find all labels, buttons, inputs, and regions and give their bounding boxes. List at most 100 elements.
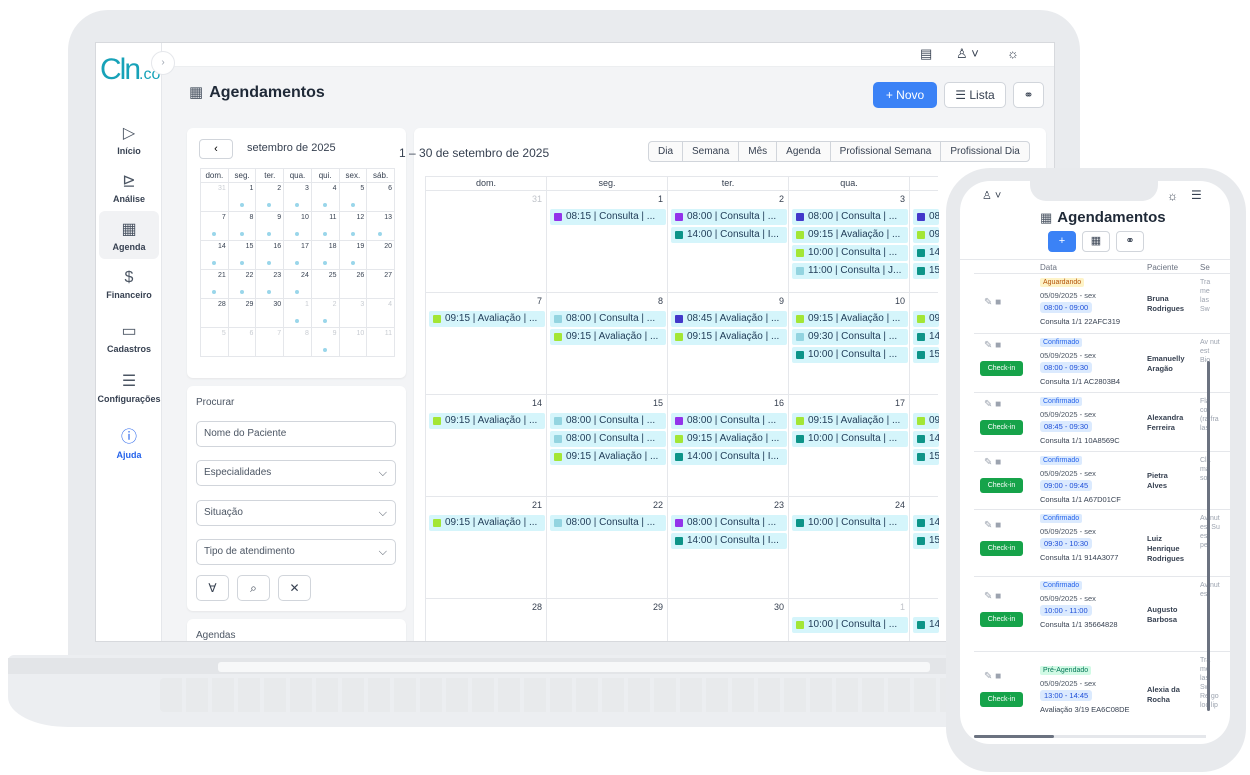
mini-day[interactable]: 4: [366, 298, 395, 328]
view-button[interactable]: Profissional Dia: [940, 141, 1030, 162]
phone-new-button[interactable]: +: [1048, 231, 1076, 252]
calendar-event[interactable]: 10:00 | Consulta | ...: [792, 431, 908, 447]
calendar-day[interactable]: 22 08:00 | Consulta | ...: [546, 497, 667, 599]
mini-day[interactable]: 12: [338, 211, 368, 241]
appointment-row[interactable]: ✎ ■ Check-in Confirmado 05/09/2025 - sex 10:…: [974, 576, 1230, 651]
mini-day[interactable]: 9: [255, 211, 285, 241]
view-button[interactable]: Dia: [648, 141, 684, 162]
link-button[interactable]: ⚭: [1013, 82, 1044, 108]
calendar-event[interactable]: 14:00 | Consulta | I...: [671, 227, 787, 243]
edit-icon[interactable]: ✎: [984, 671, 992, 682]
calendar-event[interactable]: 09:15 | Avaliação | ...: [550, 449, 666, 465]
mini-day[interactable]: 25: [310, 269, 340, 299]
vertical-scrollbar[interactable]: [1207, 361, 1210, 711]
mini-day[interactable]: 23: [255, 269, 285, 299]
mini-day[interactable]: 11: [366, 327, 395, 357]
service-type-select[interactable]: Tipo de atendimento ⌵: [196, 539, 396, 565]
sidebar-item-cadastros[interactable]: ▭ Cadastros: [96, 321, 162, 354]
mini-day[interactable]: 8: [283, 327, 312, 357]
prev-month-button[interactable]: ‹: [199, 139, 233, 159]
calendar-day[interactable]: 21 09:15 | Avaliação | ...: [425, 497, 546, 599]
mini-day[interactable]: 4: [310, 182, 340, 212]
calendar-day[interactable]: 09: 14:(15:4: [909, 293, 939, 395]
calendar-event[interactable]: 10:00 | Consulta | ...: [792, 515, 908, 531]
specialties-select[interactable]: Especialidades ⌵: [196, 460, 396, 486]
theme-toggle-icon[interactable]: ☼: [1007, 46, 1019, 61]
view-button[interactable]: Agenda: [776, 141, 831, 162]
mini-day[interactable]: 3: [283, 182, 312, 212]
checkin-button[interactable]: Check-in: [980, 478, 1023, 493]
calendar-event[interactable]: 08:00 | Consulta | ...: [671, 515, 787, 531]
calendar-event[interactable]: 08:: [913, 209, 939, 225]
calendar-event[interactable]: 09:15 | Avaliação | ...: [792, 311, 908, 327]
user-menu-icon[interactable]: ♙ ˅: [982, 189, 1001, 202]
sidebar-item-agenda[interactable]: ▦ Agenda: [99, 211, 159, 259]
mini-day[interactable]: 1: [227, 182, 257, 212]
mini-day[interactable]: 9: [310, 327, 340, 357]
checkin-button[interactable]: Check-in: [980, 361, 1023, 376]
sidebar-item-analise[interactable]: ⊵ Análise: [96, 171, 162, 204]
calendar-event[interactable]: 09:: [913, 311, 939, 327]
calendar-day[interactable]: 16 08:00 | Consulta | ... 09:15 | Avaliaçã…: [667, 395, 788, 497]
calendar-event[interactable]: 08:00 | Consulta | ...: [550, 431, 666, 447]
calendar-day[interactable]: 15 08:00 | Consulta | ... 08:00 | Consulta…: [546, 395, 667, 497]
calendar-day[interactable]: 1 08:15 | Consulta | ...: [546, 191, 667, 293]
sidebar-item-ajuda[interactable]: ⓘ Ajuda: [96, 423, 162, 460]
new-button[interactable]: + Novo: [873, 82, 937, 108]
trash-icon[interactable]: ■: [995, 520, 1001, 531]
mini-day[interactable]: 1: [283, 298, 312, 328]
calendar-event[interactable]: 08:15 | Consulta | ...: [550, 209, 666, 225]
calendar-event[interactable]: 09:15 | Avaliação | ...: [550, 329, 666, 345]
patient-name-input[interactable]: Nome do Paciente: [196, 421, 396, 447]
calendar-event[interactable]: 11:00 | Consulta | J...: [792, 263, 908, 279]
calendar-day[interactable]: 08: 09: 14:(15:4: [909, 191, 939, 293]
calendar-day[interactable]: 3 08:00 | Consulta | ... 09:15 | Avaliação…: [788, 191, 909, 293]
calendar-event[interactable]: 09:15 | Avaliação | ...: [792, 413, 908, 429]
calendar-day[interactable]: 2 08:00 | Consulta | ... 14:00 | Consulta …: [667, 191, 788, 293]
mini-day[interactable]: 27: [366, 269, 395, 299]
calendar-event[interactable]: 08:00 | Consulta | ...: [792, 209, 908, 225]
mini-day[interactable]: 19: [338, 240, 368, 270]
trash-icon[interactable]: ■: [995, 297, 1001, 308]
mini-day[interactable]: 6: [366, 182, 395, 212]
calendar-day[interactable]: 7 09:15 | Avaliação | ...: [425, 293, 546, 395]
calendar-day[interactable]: 10 09:15 | Avaliação | ... 09:30 | Consult…: [788, 293, 909, 395]
calendar-event[interactable]: 09:: [913, 413, 939, 429]
phone-calendar-button[interactable]: ▦: [1082, 231, 1110, 252]
edit-icon[interactable]: ✎: [984, 399, 992, 410]
calendar-day[interactable]: 28: [425, 599, 546, 641]
checkin-button[interactable]: Check-in: [980, 420, 1023, 435]
mini-day[interactable]: 28: [200, 298, 229, 328]
mini-day[interactable]: 30: [255, 298, 285, 328]
collapse-sidebar-button[interactable]: ›: [151, 51, 175, 75]
calendar-event[interactable]: 15:4: [913, 347, 939, 363]
search-button[interactable]: ⌕: [237, 575, 270, 601]
mini-day[interactable]: 2: [310, 298, 340, 328]
appointment-row[interactable]: ✎ ■ Check-in Confirmado 05/09/2025 - sex 09:…: [974, 509, 1230, 576]
calendar-event[interactable]: 09:15 | Avaliação | ...: [429, 515, 545, 531]
calendar-event[interactable]: 08:00 | Consulta | ...: [671, 209, 787, 225]
calendar-event[interactable]: 09:15 | Avaliação | ...: [671, 431, 787, 447]
mini-day[interactable]: 31: [200, 182, 229, 212]
calendar-day[interactable]: 14:(: [909, 599, 939, 641]
edit-icon[interactable]: ✎: [984, 457, 992, 468]
calendar-day[interactable]: 24 10:00 | Consulta | ...: [788, 497, 909, 599]
mini-day[interactable]: 21: [200, 269, 229, 299]
horizontal-scrollbar[interactable]: [974, 735, 1206, 738]
calendar-event[interactable]: 15:4: [913, 449, 939, 465]
trash-icon[interactable]: ■: [995, 399, 1001, 410]
appointment-row[interactable]: ✎ ■ Check-in Confirmado 05/09/2025 - sex 08:…: [974, 392, 1230, 451]
calendar-day[interactable]: 31: [425, 191, 546, 293]
mini-day[interactable]: 8: [227, 211, 257, 241]
sidebar-item-configuracoes[interactable]: ☰ Configurações: [96, 371, 162, 404]
menu-icon[interactable]: ☰: [1191, 188, 1202, 202]
calendar-event[interactable]: 14:(: [913, 515, 939, 531]
calendar-event[interactable]: 09:15 | Avaliação | ...: [792, 227, 908, 243]
calendar-event[interactable]: 08:45 | Avaliação | ...: [671, 311, 787, 327]
appointment-row[interactable]: ✎ ■ Check-in Confirmado 05/09/2025 - sex 08:…: [974, 333, 1230, 392]
checkin-button[interactable]: Check-in: [980, 612, 1023, 627]
calendar-event[interactable]: 15:4: [913, 533, 939, 549]
checkin-button[interactable]: Check-in: [980, 692, 1023, 707]
sidebar-item-financeiro[interactable]: $ Financeiro: [96, 269, 162, 300]
trash-icon[interactable]: ■: [995, 340, 1001, 351]
